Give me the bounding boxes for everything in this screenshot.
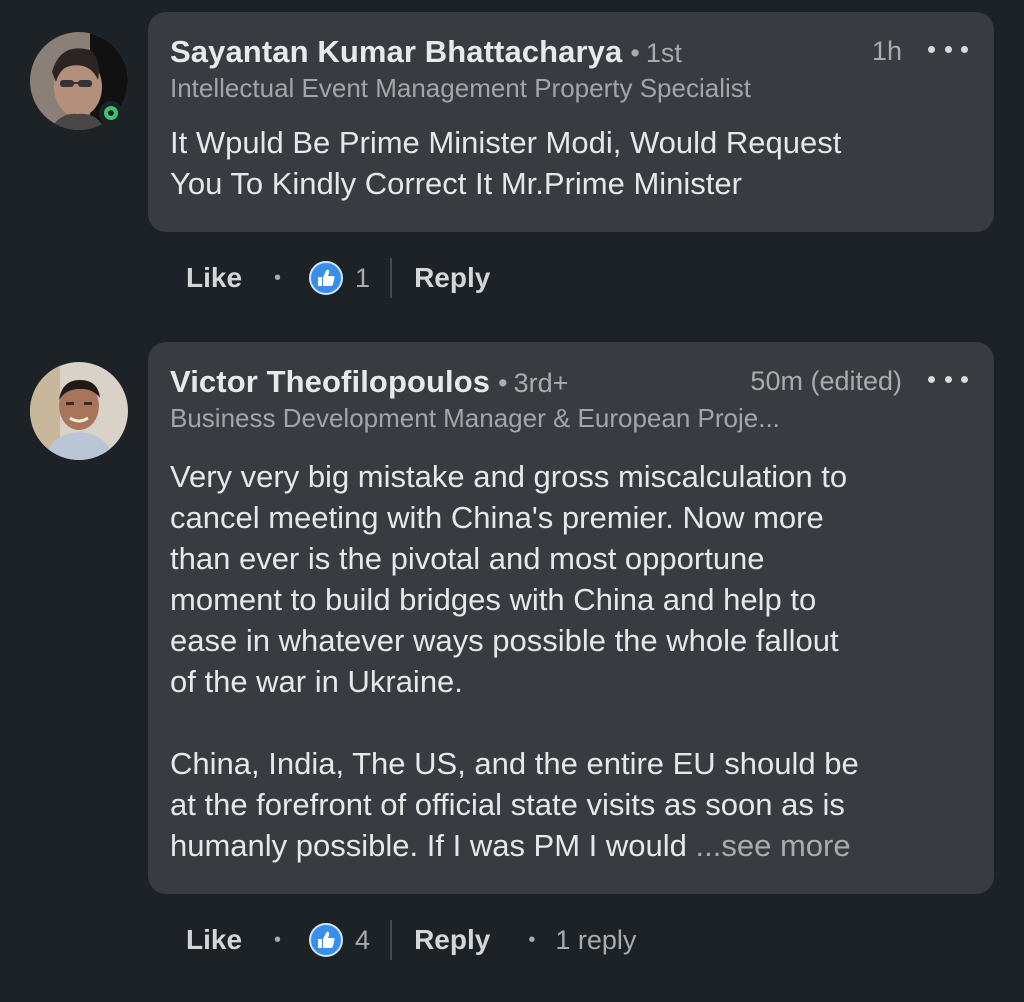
like-button[interactable]: Like [186, 924, 242, 956]
reaction-count: 1 [355, 262, 371, 293]
connection-degree: • 3rd+ [498, 368, 569, 398]
see-more-link[interactable]: ...see more [696, 828, 851, 863]
author-name[interactable]: Victor Theofilopoulos [170, 364, 490, 399]
comment-header: Victor Theofilopoulos • 3rd+ 50m (edited) [170, 364, 972, 404]
more-horizontal-icon[interactable] [928, 364, 968, 394]
reply-button[interactable]: Reply [414, 262, 490, 294]
comment-bubble: Sayantan Kumar Bhattacharya • 1st 1h Intel… [148, 12, 994, 232]
separator-dot: • [528, 928, 536, 951]
comment-bubble: Victor Theofilopoulos • 3rd+ 50m (edited) … [148, 342, 994, 894]
comment-actions: Like • 4 Reply • 1 reply [186, 918, 636, 962]
separator-dot: • [274, 266, 282, 289]
avatar[interactable] [30, 362, 128, 460]
separator-dot: • [274, 928, 282, 951]
online-status-icon [99, 101, 123, 125]
more-horizontal-icon[interactable] [928, 34, 968, 64]
author-name[interactable]: Sayantan Kumar Bhattacharya [170, 34, 622, 69]
reaction-count: 4 [355, 924, 371, 955]
comment-actions: Like • 1 Reply [186, 256, 490, 300]
reactions-summary[interactable]: 1 [309, 261, 370, 295]
avatar[interactable] [30, 32, 128, 130]
author-headline: Intellectual Event Management Property S… [170, 73, 751, 103]
connection-degree: • 1st [630, 38, 682, 68]
comment-header: Sayantan Kumar Bhattacharya • 1st 1h [170, 34, 972, 74]
comment-time: 1h [871, 36, 902, 66]
reactions-summary[interactable]: 4 [309, 923, 370, 957]
divider [390, 258, 393, 298]
comment-time: 50m (edited) [750, 366, 902, 396]
divider [390, 920, 393, 960]
comment-text: It Wpuld Be Prime Minister Modi, Would R… [170, 125, 842, 201]
avatar-image-victor [30, 362, 128, 460]
thumbs-up-icon [309, 261, 344, 295]
comment-text-content: Very very big mistake and gross miscalcu… [170, 459, 859, 863]
comment-text: Very very big mistake and gross miscalcu… [170, 456, 972, 866]
like-button[interactable]: Like [186, 262, 242, 294]
reply-button[interactable]: Reply [414, 924, 490, 956]
view-replies-link[interactable]: 1 reply [555, 925, 636, 956]
author-headline: Business Development Manager & European … [170, 403, 780, 433]
thumbs-up-icon [309, 923, 344, 957]
